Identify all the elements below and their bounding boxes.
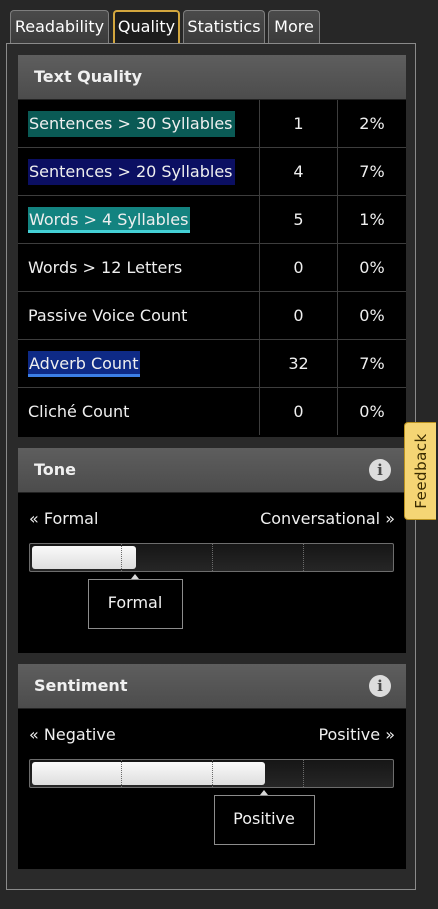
sentiment-right-label: Positive » [318,725,395,744]
table-row: Adverb Count 32 7% [18,339,406,388]
table-row: Cliché Count 0 0% [18,387,406,435]
adverb-count-count: 32 [259,339,338,388]
table-row: Sentences > 20 Syllables 4 7% [18,147,406,196]
quality-panel: Text Quality Sentences > 30 Syllables 1 … [6,43,416,890]
passive-voice-label: Passive Voice Count [28,306,188,325]
sentences-30-syllables-label[interactable]: Sentences > 30 Syllables [28,110,235,137]
tab-quality[interactable]: Quality [113,10,180,43]
words-12-letters-count: 0 [259,243,338,292]
sentiment-bar-fill [32,762,265,785]
table-row: Passive Voice Count 0 0% [18,291,406,340]
sentiment-scale-labels: « Negative Positive » [18,709,406,759]
passive-voice-percent: 0% [337,291,406,340]
sentiment-title: Sentiment [34,676,128,695]
tab-more[interactable]: More [268,10,320,43]
adverb-count-label[interactable]: Adverb Count [28,350,141,377]
words-12-letters-percent: 0% [337,243,406,292]
sentences-30-syllables-count: 1 [259,100,338,148]
words-4-syllables-percent: 1% [337,195,406,244]
text-quality-table: Sentences > 30 Syllables 1 2% Sentences … [18,100,406,435]
sentiment-left-label: « Negative [29,725,116,744]
tone-result: Formal [87,579,183,629]
text-quality-section: Text Quality Sentences > 30 Syllables 1 … [18,55,406,437]
bar-divider [212,760,213,787]
text-quality-title: Text Quality [34,67,143,86]
tone-header: Tone i [18,448,406,493]
feedback-label: Feedback [411,433,430,509]
bar-divider [212,544,213,571]
sentences-20-syllables-count: 4 [259,147,338,196]
cliche-count-count: 0 [259,387,338,435]
cliche-count-label: Cliché Count [28,402,130,421]
tone-title: Tone [34,460,77,479]
tone-scale-labels: « Formal Conversational » [18,493,406,543]
table-row: Sentences > 30 Syllables 1 2% [18,100,406,148]
tone-left-label: « Formal [29,509,99,528]
tone-right-label: Conversational » [260,509,395,528]
feedback-button[interactable]: Feedback [404,422,436,520]
words-4-syllables-count: 5 [259,195,338,244]
words-4-syllables-label[interactable]: Words > 4 Syllables [28,206,191,233]
adverb-count-percent: 7% [337,339,406,388]
passive-voice-count: 0 [259,291,338,340]
sentences-20-syllables-label[interactable]: Sentences > 20 Syllables [28,158,235,185]
sentiment-header: Sentiment i [18,664,406,709]
sentiment-section: Sentiment i « Negative Positive » Positi… [18,664,406,869]
cliche-count-percent: 0% [337,387,406,435]
bar-divider [121,760,122,787]
table-row: Words > 4 Syllables 5 1% [18,195,406,244]
tab-statistics[interactable]: Statistics [183,10,265,43]
bar-divider [303,760,304,787]
text-quality-header: Text Quality [18,55,406,100]
info-icon[interactable]: i [369,675,391,697]
tab-readability[interactable]: Readability [10,10,109,43]
tone-section: Tone i « Formal Conversational » Formal [18,448,406,653]
sentences-20-syllables-percent: 7% [337,147,406,196]
sentiment-bar [29,759,394,788]
info-icon[interactable]: i [369,459,391,481]
sentences-30-syllables-percent: 2% [359,114,385,133]
table-row: Words > 12 Letters 0 0% [18,243,406,292]
sentiment-result: Positive [213,795,315,845]
words-12-letters-label: Words > 12 Letters [28,258,183,277]
bar-divider [121,544,122,571]
tone-bar [29,543,394,572]
bar-divider [303,544,304,571]
